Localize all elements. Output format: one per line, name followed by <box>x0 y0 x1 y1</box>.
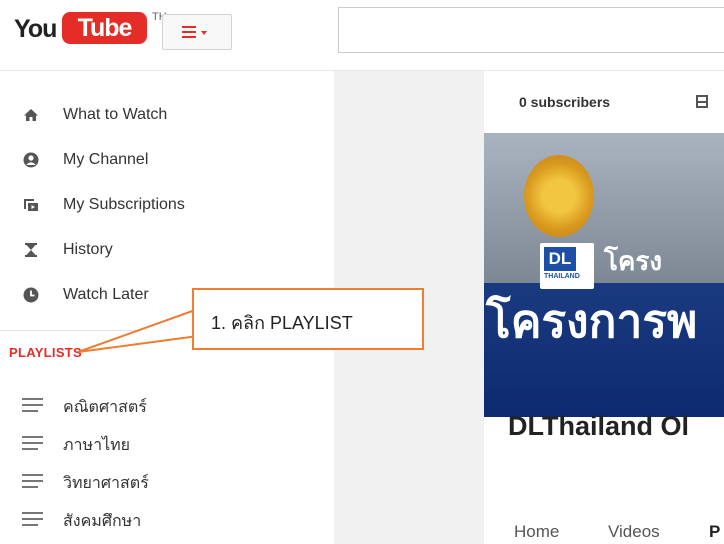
school-seal-logo <box>524 155 594 237</box>
playlist-item[interactable]: คณิตศาสตร์ <box>0 384 334 424</box>
playlist-label: คณิตศาสตร์ <box>63 399 147 416</box>
top-header: You Tube TH <box>0 0 724 71</box>
dl-badge-text: DL <box>544 247 576 271</box>
hamburger-menu-icon <box>182 26 196 38</box>
instruction-callout: 1. คลิก PLAYLIST <box>192 288 424 350</box>
callout-text: 1. คลิก PLAYLIST <box>211 313 353 333</box>
tab-home[interactable]: Home <box>514 522 559 542</box>
playlist-label: ภาษาไทย <box>63 437 131 454</box>
sidebar-item-my-channel[interactable]: My Channel <box>0 140 334 180</box>
list-view-icon[interactable] <box>696 95 708 108</box>
sidebar-item-label: What to Watch <box>63 106 168 123</box>
tab-videos[interactable]: Videos <box>608 522 660 542</box>
sidebar-item-label: History <box>63 241 113 258</box>
playlist-icon <box>22 398 43 412</box>
playlist-icon <box>22 474 43 488</box>
clock-icon <box>23 287 39 303</box>
dl-badge-subtext: THAILAND <box>544 273 580 280</box>
search-input[interactable] <box>338 7 724 53</box>
sidebar-item-label: Watch Later <box>63 286 149 303</box>
playlist-item[interactable]: วิทยาศาสตร์ <box>0 460 334 500</box>
subscriptions-icon <box>24 199 38 211</box>
guide-menu-button[interactable] <box>162 14 232 50</box>
caret-down-icon <box>201 31 207 35</box>
sidebar-item-label: My Subscriptions <box>63 196 185 213</box>
playlist-label: สังคมศึกษา <box>63 513 142 530</box>
sidebar-item-history[interactable]: History <box>0 230 334 270</box>
playlists-heading[interactable]: PLAYLISTS <box>9 345 82 360</box>
playlist-icon <box>22 436 43 450</box>
user-circle-icon <box>23 152 39 168</box>
dl-thailand-logo: DL THAILAND <box>540 243 594 289</box>
banner-text-big: โครงการพ <box>486 295 698 347</box>
channel-banner: DL THAILAND โครง โครงการพ <box>484 133 724 417</box>
sidebar-item-what-to-watch[interactable]: What to Watch <box>0 95 334 135</box>
channel-title: DLThailand Ol <box>508 411 689 441</box>
logo-tube-text: Tube <box>62 12 147 44</box>
hourglass-icon <box>25 243 37 257</box>
home-icon <box>24 109 38 121</box>
playlist-item[interactable]: ภาษาไทย <box>0 422 334 462</box>
playlist-item[interactable]: สังคมศึกษา <box>0 498 334 538</box>
sidebar-item-my-subscriptions[interactable]: My Subscriptions <box>0 185 334 225</box>
banner-text-small: โครง <box>604 246 663 276</box>
playlist-label: วิทยาศาสตร์ <box>63 475 149 492</box>
playlist-icon <box>22 512 43 526</box>
subscriber-count: 0 subscribers <box>519 94 611 110</box>
tab-playlists[interactable]: P <box>709 522 720 542</box>
sidebar-item-label: My Channel <box>63 151 149 168</box>
channel-panel: 0 subscribers DL THAILAND โครง โครงการพ … <box>484 71 724 544</box>
logo-you-text: You <box>14 15 57 43</box>
